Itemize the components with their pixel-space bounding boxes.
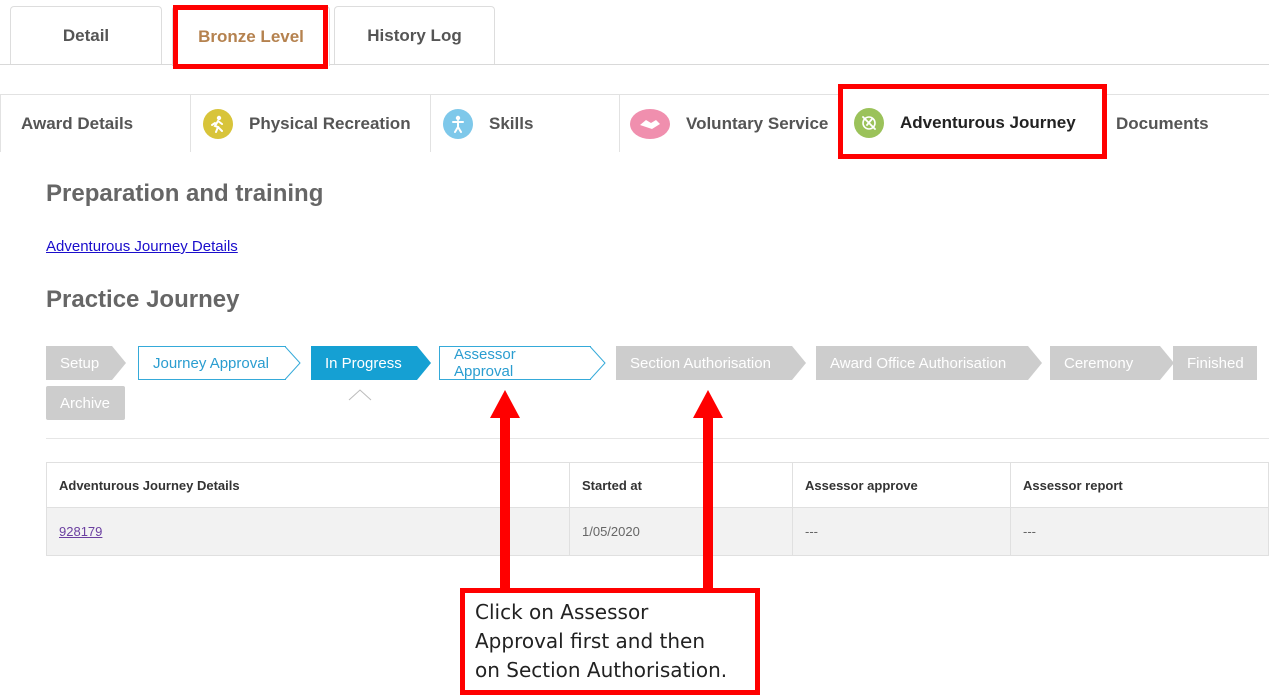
tab-label: Award Details — [21, 113, 134, 133]
step-arrow — [590, 346, 606, 380]
tab-label: Physical Recreation — [249, 113, 411, 133]
step-arrow — [285, 346, 301, 380]
step-finished[interactable]: Finished — [1173, 346, 1257, 380]
tab-award-details[interactable]: Award Details — [0, 94, 191, 152]
annotation-arrows — [490, 390, 723, 590]
step-arrow — [792, 346, 806, 380]
handshake-icon — [630, 108, 670, 139]
tab-voluntary-service[interactable]: Voluntary Service — [619, 94, 839, 152]
preparation-heading: Preparation and training — [46, 180, 324, 207]
tab-label: Skills — [489, 113, 534, 133]
step-assessor-approval[interactable]: Assessor Approval — [439, 346, 591, 380]
practice-journey-heading: Practice Journey — [46, 286, 240, 313]
person-star-icon — [443, 108, 473, 139]
journey-details-link[interactable]: Adventurous Journey Details — [46, 238, 238, 255]
step-arrow — [1160, 346, 1174, 380]
note-line: on Section Authorisation. — [475, 658, 728, 682]
tab-physical-recreation[interactable]: Physical Recreation — [190, 94, 431, 152]
step-arrow — [417, 346, 431, 380]
tab-history-log[interactable]: History Log — [334, 6, 495, 64]
note-line: Approval first and then — [475, 629, 706, 653]
step-journey-approval[interactable]: Journey Approval — [138, 346, 286, 380]
col-header: Assessor approve — [792, 462, 1011, 508]
step-archive[interactable]: Archive — [46, 386, 125, 420]
tab-detail[interactable]: Detail — [10, 6, 162, 64]
journey-id-link[interactable]: 928179 — [59, 524, 102, 539]
tab-skills[interactable]: Skills — [430, 94, 620, 152]
step-arrow — [1028, 346, 1042, 380]
step-ceremony[interactable]: Ceremony — [1050, 346, 1160, 380]
running-person-icon — [203, 108, 233, 139]
tab-documents[interactable]: Documents — [1105, 94, 1269, 152]
step-award-office-authorisation[interactable]: Award Office Authorisation — [816, 346, 1028, 380]
tab-label: Documents — [1116, 113, 1209, 133]
annotation-note: Click on Assessor Approval first and the… — [460, 588, 760, 695]
step-setup[interactable]: Setup — [46, 346, 112, 380]
step-arrow — [112, 346, 126, 380]
step-in-progress[interactable]: In Progress — [311, 346, 417, 380]
col-header: Assessor report — [1010, 462, 1269, 508]
step-section-authorisation[interactable]: Section Authorisation — [616, 346, 792, 380]
highlight-box-adventurous — [838, 84, 1107, 159]
table-cell: --- — [792, 507, 1011, 556]
tab-label: Voluntary Service — [686, 113, 829, 133]
current-step-caret — [348, 389, 372, 401]
table-cell: --- — [1010, 507, 1269, 556]
note-line: Click on Assessor — [475, 600, 649, 624]
highlight-box-bronze — [173, 5, 328, 69]
